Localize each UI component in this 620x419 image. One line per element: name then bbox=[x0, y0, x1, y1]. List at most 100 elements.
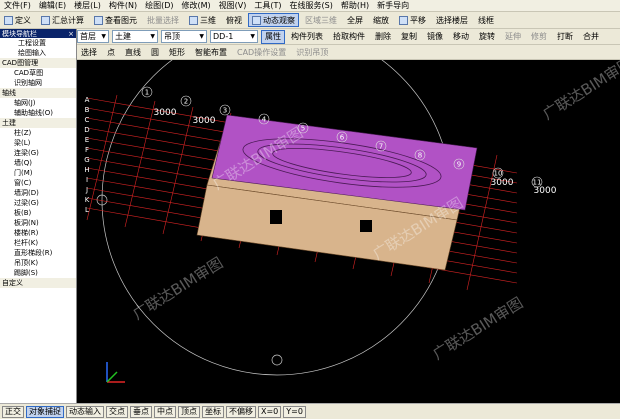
three-d-button[interactable]: 三维 bbox=[185, 13, 220, 27]
tree-item[interactable]: 过梁(G) bbox=[0, 198, 76, 208]
axis-letter: F bbox=[85, 146, 89, 154]
cube-icon bbox=[189, 15, 198, 25]
dimension-label: 3000 bbox=[534, 186, 557, 196]
menu-item[interactable]: 绘图(D) bbox=[141, 0, 177, 11]
rect-button[interactable]: 矩形 bbox=[165, 45, 189, 59]
offset-select[interactable]: 不偏移 bbox=[226, 405, 256, 418]
magnifier-icon bbox=[94, 15, 103, 25]
fullscreen-button[interactable]: 全屏 bbox=[343, 13, 367, 27]
wireframe-button[interactable]: 线框 bbox=[474, 13, 498, 27]
rotate-button[interactable]: 旋转 bbox=[475, 30, 499, 44]
tree-item[interactable]: 墙洞(D) bbox=[0, 188, 76, 198]
tree-item[interactable]: 楼梯(R) bbox=[0, 228, 76, 238]
menu-item[interactable]: 视图(V) bbox=[215, 0, 251, 11]
tree-item[interactable]: 轴网(J) bbox=[0, 98, 76, 108]
tree-group[interactable]: 土建 bbox=[0, 118, 76, 128]
tree-group[interactable]: 自定义 bbox=[0, 278, 76, 288]
zoom-button[interactable]: 缩放 bbox=[369, 13, 393, 27]
delete-button[interactable]: 删除 bbox=[371, 30, 395, 44]
cad-settings-button[interactable]: CAD操作设置 bbox=[233, 45, 290, 59]
tree-item[interactable]: 直形梯段(R) bbox=[0, 248, 76, 258]
break-button[interactable]: 打断 bbox=[553, 30, 577, 44]
select-floor-button[interactable]: 选择楼层 bbox=[432, 13, 472, 27]
tree-item-label: 楼梯(R) bbox=[14, 229, 39, 237]
dimension-label: 3000 bbox=[193, 116, 216, 126]
midpoint-snap[interactable]: 中点 bbox=[154, 405, 176, 418]
axis-letter: H bbox=[84, 166, 89, 174]
y-coordinate[interactable]: Y=0 bbox=[283, 405, 306, 418]
point-button[interactable]: 点 bbox=[103, 45, 119, 59]
menu-item[interactable]: 新手导向 bbox=[373, 0, 413, 11]
trim-button[interactable]: 修剪 bbox=[527, 30, 551, 44]
tree-item[interactable]: 板(B) bbox=[0, 208, 76, 218]
tree-item[interactable]: 梁(L) bbox=[0, 138, 76, 148]
menu-item[interactable]: 楼层(L) bbox=[70, 0, 105, 11]
identify-ceiling-button[interactable]: 识别吊顶 bbox=[292, 45, 332, 59]
intersection-snap[interactable]: 交点 bbox=[106, 405, 128, 418]
select-button[interactable]: 选择 bbox=[77, 45, 101, 59]
tree-group[interactable]: CAD图管理 bbox=[0, 58, 76, 68]
axis-letter: K bbox=[85, 196, 90, 204]
menu-item[interactable]: 文件(F) bbox=[0, 0, 35, 11]
tree-item-label: CAD草图 bbox=[14, 69, 44, 77]
tree-item[interactable]: 门(M) bbox=[0, 168, 76, 178]
object-snap-toggle[interactable]: 对象捕捉 bbox=[26, 405, 64, 418]
tree-item[interactable]: 踢脚(S) bbox=[0, 268, 76, 278]
menu-item[interactable]: 编辑(E) bbox=[35, 0, 70, 11]
coordinate-snap[interactable]: 坐标 bbox=[202, 405, 224, 418]
category-select[interactable]: 土建 ▼ bbox=[112, 30, 158, 43]
pick-element-button[interactable]: 拾取构件 bbox=[329, 30, 369, 44]
define-button[interactable]: 定义 bbox=[0, 13, 35, 27]
tree-item[interactable]: 辅助轴线(O) bbox=[0, 108, 76, 118]
close-icon[interactable]: × bbox=[68, 30, 74, 38]
line-button[interactable]: 直线 bbox=[121, 45, 145, 59]
pan-button[interactable]: 平移 bbox=[395, 13, 430, 27]
tree-item[interactable]: CAD草图 bbox=[0, 68, 76, 78]
attribute-button[interactable]: 属性 bbox=[261, 29, 285, 44]
chevron-down-icon: ▼ bbox=[101, 33, 106, 40]
menu-item[interactable]: 在线服务(S) bbox=[286, 0, 337, 11]
vertex-snap[interactable]: 顶点 bbox=[178, 405, 200, 418]
project-settings-item[interactable]: 工程设置 bbox=[0, 38, 76, 48]
tree-item[interactable]: 吊顶(K) bbox=[0, 258, 76, 268]
tree-item[interactable]: 窗(C) bbox=[0, 178, 76, 188]
x-coordinate[interactable]: X=0 bbox=[258, 405, 282, 418]
tree-item[interactable]: 墙(Q) bbox=[0, 158, 76, 168]
dynamic-orbit-button[interactable]: 动态观察 bbox=[248, 13, 299, 27]
tree-item-label: 辅助轴线(O) bbox=[14, 109, 53, 117]
dynamic-input-toggle[interactable]: 动态输入 bbox=[66, 405, 104, 418]
menu-item[interactable]: 帮助(H) bbox=[337, 0, 373, 11]
arc-button[interactable]: 圆 bbox=[147, 45, 163, 59]
chevron-down-icon: ▼ bbox=[199, 33, 204, 40]
element-list-button[interactable]: 构件列表 bbox=[287, 30, 327, 44]
menu-item[interactable]: 修改(M) bbox=[177, 0, 214, 11]
tree-item[interactable]: 板洞(N) bbox=[0, 218, 76, 228]
merge-button[interactable]: 合并 bbox=[579, 30, 603, 44]
subtype-select[interactable]: 吊顶 ▼ bbox=[161, 30, 207, 43]
region-3d-button[interactable]: 区域三维 bbox=[301, 13, 341, 27]
view-element-button[interactable]: 查看图元 bbox=[90, 13, 141, 27]
copy-button[interactable]: 复制 bbox=[397, 30, 421, 44]
draw-input-item[interactable]: 绘图输入 bbox=[0, 48, 76, 58]
tree-item[interactable]: 识别轴网 bbox=[0, 78, 76, 88]
move-button[interactable]: 移动 bbox=[449, 30, 473, 44]
batch-select-button[interactable]: 批量选择 bbox=[143, 13, 183, 27]
ortho-toggle[interactable]: 正交 bbox=[2, 405, 24, 418]
tree-item[interactable]: 栏杆(K) bbox=[0, 238, 76, 248]
auto-layout-button[interactable]: 智能布置 bbox=[191, 45, 231, 59]
tree-item-label: 轴网(J) bbox=[14, 99, 36, 107]
menu-item[interactable]: 构件(N) bbox=[105, 0, 141, 11]
tree-item[interactable]: 连梁(G) bbox=[0, 148, 76, 158]
tree-group[interactable]: 轴线 bbox=[0, 88, 76, 98]
plan-view-button[interactable]: 俯视 bbox=[222, 13, 246, 27]
axis-letter: A bbox=[85, 96, 90, 104]
mirror-button[interactable]: 镜像 bbox=[423, 30, 447, 44]
sum-button[interactable]: 汇总计算 bbox=[37, 13, 88, 27]
perpendicular-snap[interactable]: 垂点 bbox=[130, 405, 152, 418]
menu-item[interactable]: 工具(T) bbox=[250, 0, 285, 11]
extend-button[interactable]: 延伸 bbox=[501, 30, 525, 44]
floor-select[interactable]: 首层 ▼ bbox=[77, 30, 109, 43]
drawing-canvas[interactable]: 1 2 3 4 5 6 7 8 9 10 11 ABCDEFGHIJKL 3000 3000 3000 3… bbox=[77, 60, 620, 403]
element-select[interactable]: DD-1 ▼ bbox=[210, 30, 258, 43]
tree-item[interactable]: 柱(Z) bbox=[0, 128, 76, 138]
